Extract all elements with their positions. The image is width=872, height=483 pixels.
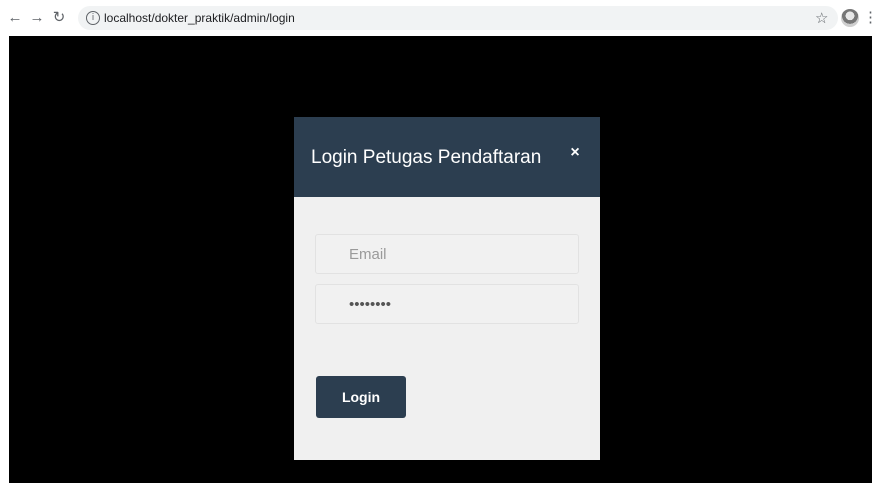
password-field[interactable]: [315, 284, 579, 324]
info-icon[interactable]: i: [86, 11, 100, 25]
browser-toolbar: ← → ↻ i localhost/dokter_praktik/admin/l…: [0, 0, 872, 36]
star-icon[interactable]: ☆: [815, 9, 828, 27]
page-backdrop: Login Petugas Pendaftaran × Login: [9, 36, 872, 483]
vertical-ellipsis-icon[interactable]: ⋮: [863, 9, 872, 27]
address-bar[interactable]: i localhost/dokter_praktik/admin/login: [78, 6, 838, 30]
forward-icon[interactable]: →: [29, 9, 45, 27]
back-icon[interactable]: ←: [7, 9, 23, 27]
close-button[interactable]: ×: [566, 143, 584, 163]
email-field[interactable]: [315, 234, 579, 274]
reload-icon[interactable]: ↻: [51, 9, 67, 27]
login-modal: Login Petugas Pendaftaran × Login: [294, 117, 600, 460]
url-text: localhost/dokter_praktik/admin/login: [104, 11, 295, 25]
login-button[interactable]: Login: [316, 376, 406, 418]
profile-avatar[interactable]: [841, 9, 859, 27]
modal-header: Login Petugas Pendaftaran ×: [294, 117, 600, 197]
modal-title: Login Petugas Pendaftaran: [311, 147, 542, 168]
